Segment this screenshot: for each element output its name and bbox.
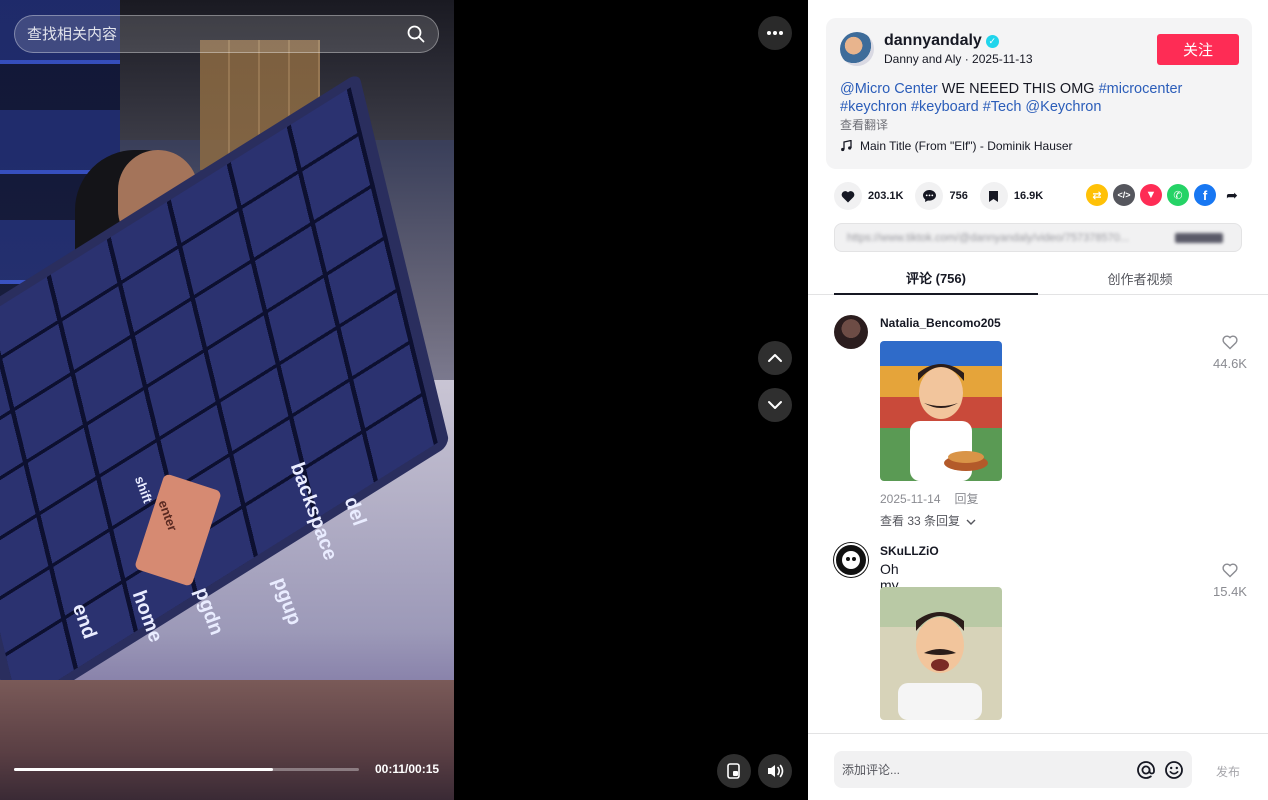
author-avatar[interactable]	[840, 32, 874, 66]
comment-date: 2025-11-14	[880, 492, 941, 506]
comment-button[interactable]	[915, 182, 944, 210]
caption-hashtag[interactable]: #keychron	[840, 99, 907, 115]
cartoon-character-image	[910, 364, 988, 481]
search-bar[interactable]	[14, 15, 439, 53]
comment-like-count: 15.4K	[1213, 584, 1247, 599]
comment-sticker-image[interactable]	[880, 341, 1002, 481]
more-options-button[interactable]	[758, 16, 792, 50]
reply-button[interactable]: 回复	[955, 492, 979, 506]
comment-like[interactable]: 44.6K	[1210, 335, 1250, 371]
video-player[interactable]: backspace del pgup pgdn home end enter s…	[0, 0, 454, 800]
video-pane: backspace del pgup pgdn home end enter s…	[0, 0, 808, 800]
tab-bar: 评论 (756) 创作者视频	[808, 262, 1268, 295]
video-progress-bar[interactable]	[14, 768, 359, 771]
video-link-text: https://www.tiktok.com/@dannyandaly/vide…	[847, 231, 1130, 244]
volume-icon	[768, 764, 784, 778]
comment-count: 756	[949, 190, 968, 202]
volume-button[interactable]	[758, 754, 792, 788]
embed-code-icon[interactable]: </>	[1113, 184, 1135, 206]
facebook-icon[interactable]: f	[1194, 184, 1216, 206]
like-count: 203.1K	[868, 190, 904, 202]
send-to-friend-icon[interactable]: ▼	[1140, 184, 1162, 206]
copy-link-button[interactable]	[1175, 232, 1223, 243]
heart-outline-icon[interactable]	[1222, 335, 1238, 350]
video-time: 00:11/00:15	[375, 762, 440, 776]
caption-hashtag[interactable]: #keyboard	[911, 99, 979, 115]
share-row: ⇄ </> ▼ ✆ f ➦	[1086, 184, 1243, 206]
comment-input[interactable]	[842, 762, 1136, 777]
whatsapp-icon[interactable]: ✆	[1167, 184, 1189, 206]
commenter-username[interactable]: Natalia_Bencomo205	[880, 316, 1001, 330]
save-button[interactable]	[979, 182, 1008, 210]
comment-bubble-icon	[922, 190, 936, 202]
video-progress-fill	[14, 768, 273, 771]
caption-text: WE NEEED THIS OMG	[937, 81, 1099, 97]
comment-meta: 2025-11-14 回复	[880, 490, 979, 507]
post-info-card: dannyandaly ✓ Danny and Aly · 2025-11-13 …	[826, 18, 1252, 169]
floating-player-button[interactable]	[717, 754, 751, 788]
next-video-button[interactable]	[758, 388, 792, 422]
save-action[interactable]: 16.9K	[979, 182, 1044, 210]
commenter-avatar[interactable]	[834, 543, 868, 577]
mention-at-icon[interactable]	[1136, 760, 1156, 780]
search-input[interactable]	[27, 25, 406, 43]
comment-input-box[interactable]	[834, 751, 1192, 788]
video-scene-keyboard-frame	[0, 680, 454, 800]
copy-link-bar[interactable]: https://www.tiktok.com/@dannyandaly/vide…	[834, 223, 1242, 252]
author-subtitle: Danny and Aly · 2025-11-13	[884, 52, 1033, 66]
post-comment-button[interactable]: 发布	[1216, 763, 1240, 780]
view-replies-label[interactable]: 查看 33 条回复	[880, 514, 960, 528]
bookmark-icon	[989, 190, 999, 202]
tab-comments[interactable]: 评论 (756)	[834, 262, 1038, 295]
author-username[interactable]: dannyandaly	[884, 32, 982, 49]
tab-creator-videos[interactable]: 创作者视频	[1038, 262, 1242, 295]
caption-hashtag[interactable]: #microcenter	[1099, 81, 1183, 97]
heart-outline-icon[interactable]	[1222, 563, 1238, 578]
music-row[interactable]: Main Title (From "Elf") - Dominik Hauser	[840, 139, 1073, 153]
more-dots-icon	[767, 31, 783, 35]
share-arrow-icon[interactable]: ➦	[1221, 184, 1243, 206]
translate-link[interactable]: 查看翻译	[840, 116, 888, 133]
action-row: 203.1K 756 16.9K	[834, 181, 1055, 211]
repost-icon[interactable]: ⇄	[1086, 184, 1108, 206]
chevron-down-icon	[768, 401, 782, 409]
commenter-username[interactable]: SKuLLZiO	[880, 544, 939, 558]
chevron-down-icon	[966, 519, 976, 525]
view-replies-link[interactable]: 查看 33 条回复	[880, 512, 976, 529]
side-panel: dannyandaly ✓ Danny and Aly · 2025-11-13 …	[808, 0, 1268, 800]
floating-player-icon	[727, 763, 740, 779]
follow-button[interactable]: 关注	[1157, 34, 1239, 65]
author-name[interactable]: dannyandaly ✓	[884, 32, 999, 50]
like-button[interactable]	[834, 182, 862, 210]
caption-mention[interactable]: @Micro Center	[840, 81, 938, 97]
save-count: 16.9K	[1013, 190, 1044, 202]
caption-mention[interactable]: @Keychron	[1025, 99, 1101, 115]
skull-avatar-icon	[842, 551, 860, 569]
post-caption: @Micro Center WE NEEED THIS OMG #microce…	[840, 80, 1240, 116]
comment-like-count: 44.6K	[1213, 356, 1247, 371]
caption-hashtag[interactable]: #Tech	[983, 99, 1022, 115]
previous-video-button[interactable]	[758, 341, 792, 375]
comment-sticker-image[interactable]	[880, 587, 1002, 720]
comment-action[interactable]: 756	[915, 182, 968, 210]
like-action[interactable]: 203.1K	[834, 182, 903, 210]
chevron-up-icon	[768, 354, 782, 362]
cartoon-character-image	[898, 612, 982, 720]
heart-icon	[841, 190, 855, 202]
emoji-icon[interactable]	[1164, 760, 1184, 780]
commenter-avatar[interactable]	[834, 315, 868, 349]
comment-composer: 发布	[808, 733, 1268, 800]
search-icon[interactable]	[406, 24, 426, 44]
music-title[interactable]: Main Title (From "Elf") - Dominik Hauser	[860, 139, 1073, 153]
comment-like[interactable]: 15.4K	[1210, 563, 1250, 599]
music-note-icon	[841, 140, 852, 152]
verified-badge-icon: ✓	[985, 35, 999, 48]
